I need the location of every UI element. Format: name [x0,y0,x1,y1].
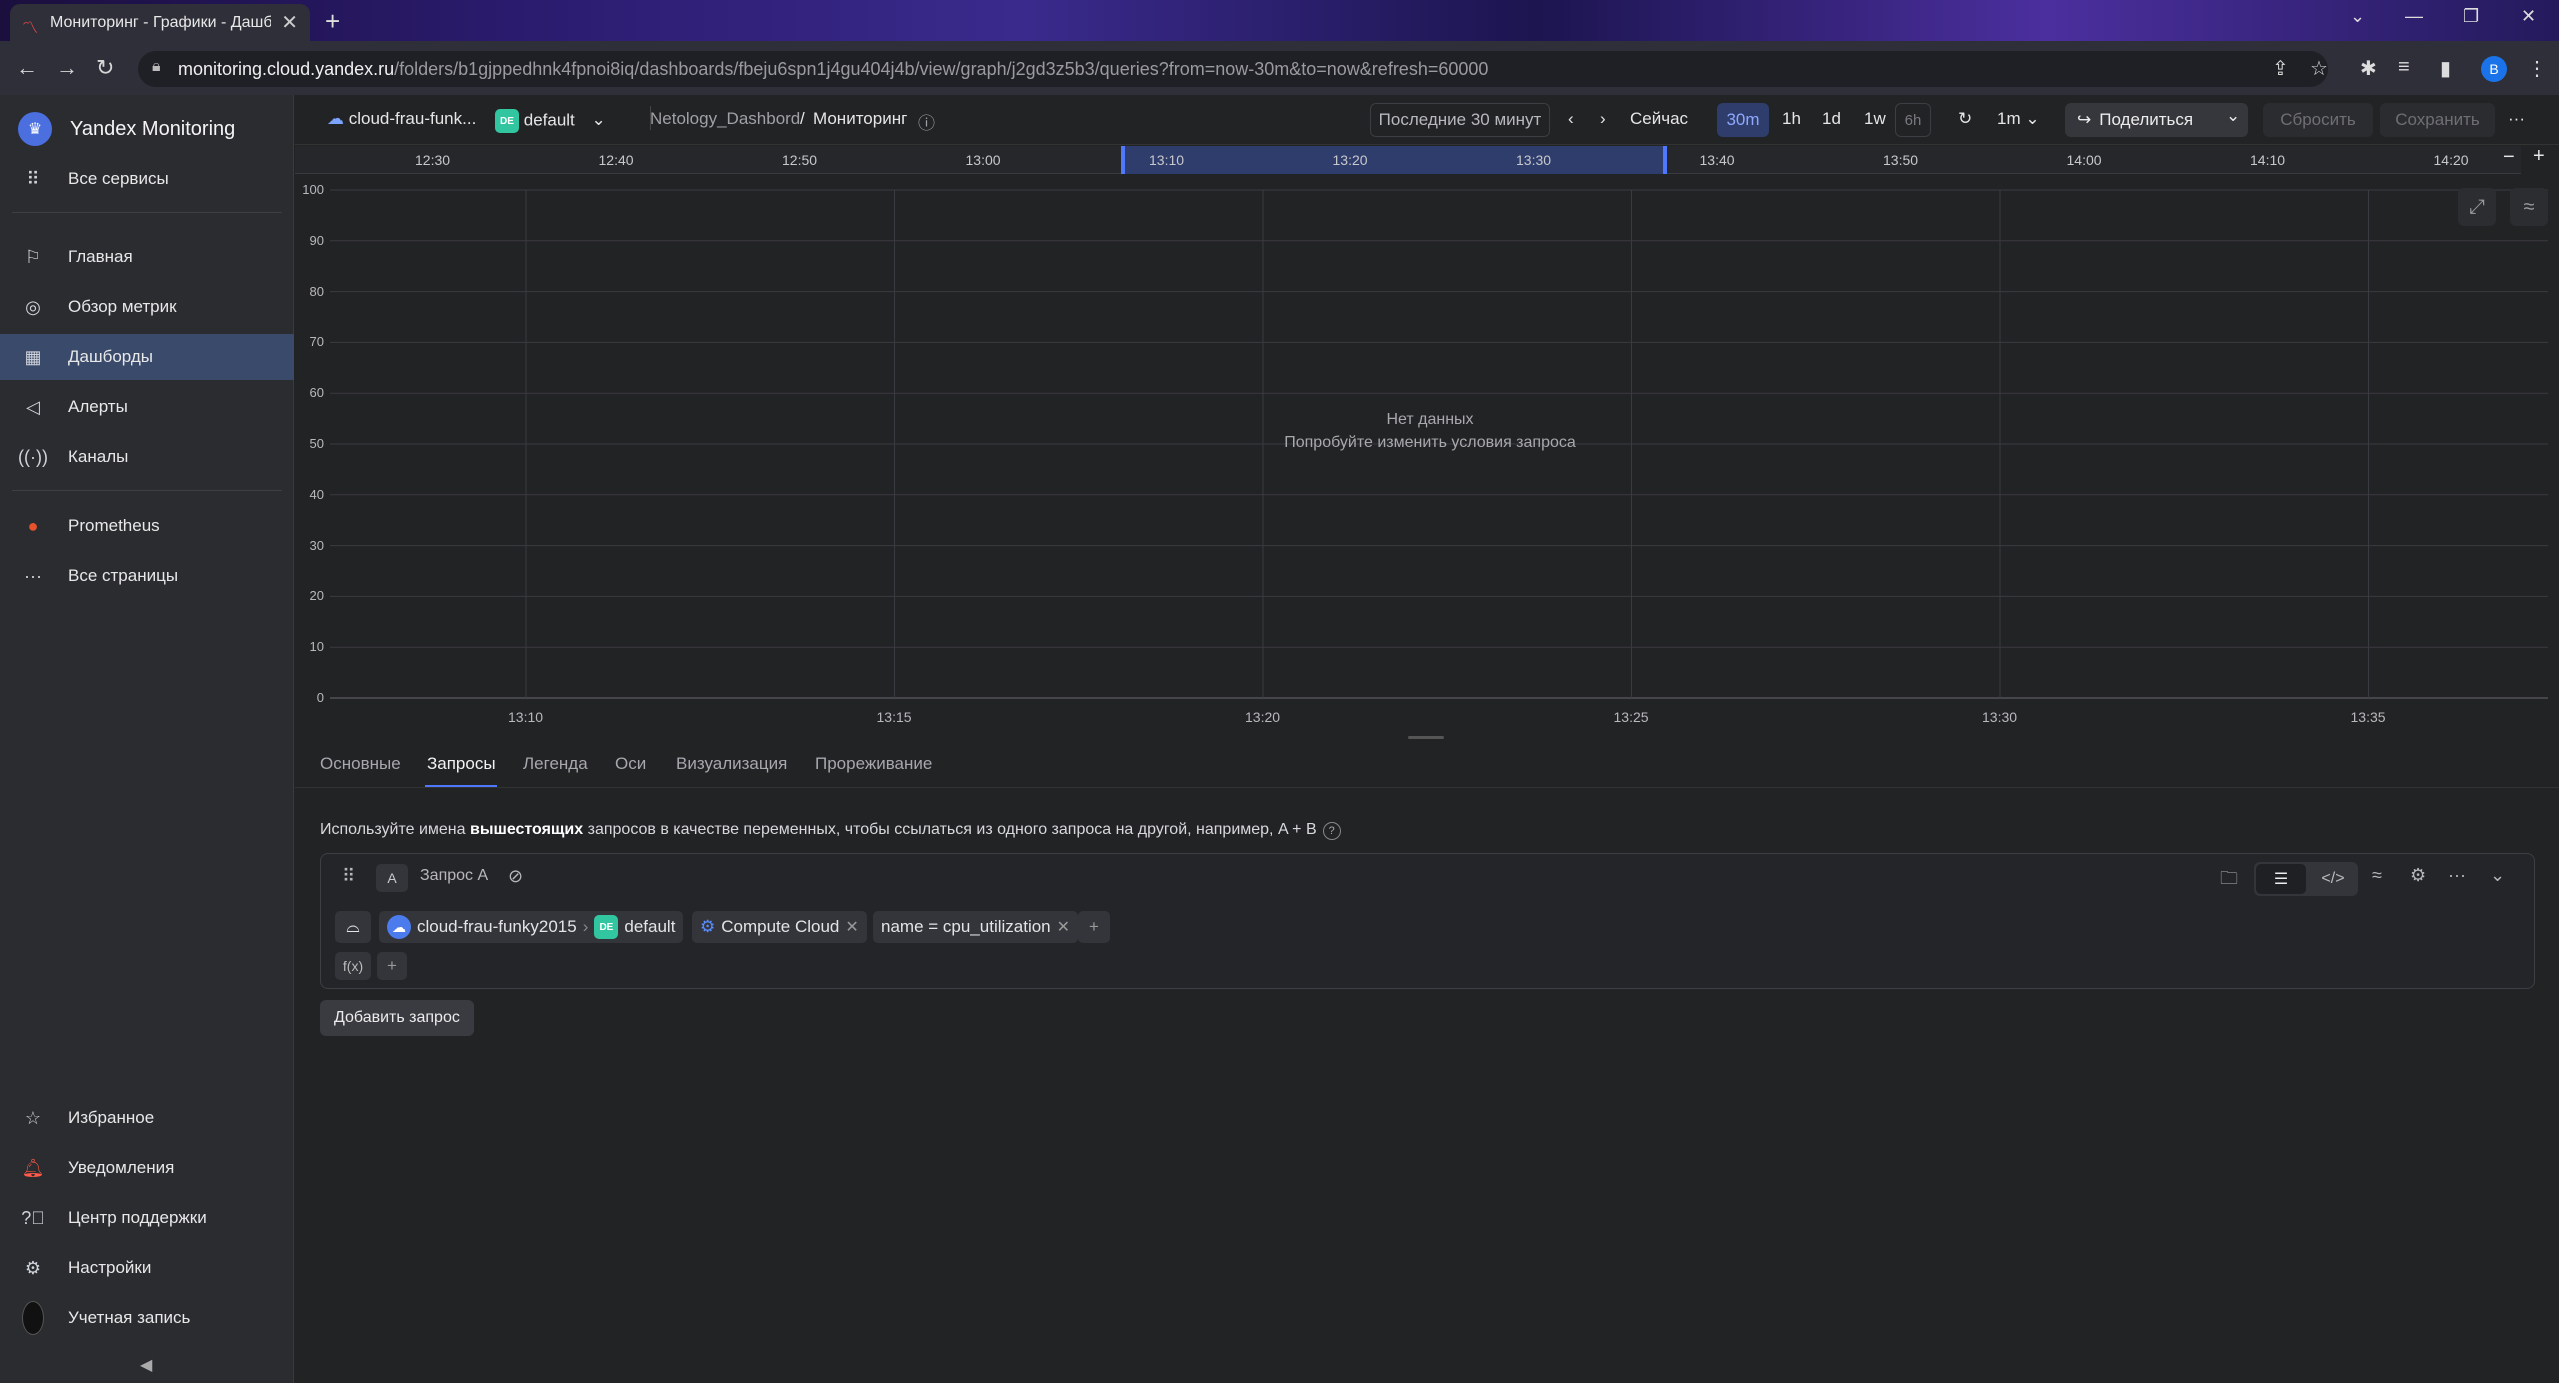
sidebar-item-label: Настройки [68,1258,152,1277]
x-tick-label: 13:10 [508,709,544,725]
chevron-right-icon: › [582,917,589,936]
add-function-button[interactable]: + [377,952,407,980]
sidebar-item-settings[interactable]: ⚙ Настройки [0,1245,294,1291]
add-query-button[interactable]: Добавить запрос [320,1000,474,1036]
hint-bold: вышестоящих [469,821,584,838]
drag-handle-icon[interactable]: ⠿ [342,866,355,887]
query-cloud-name: cloud-frau-funky2015 [417,917,577,936]
tab-legend[interactable]: Легенда [523,754,588,774]
sidebar-item-support[interactable]: ?⃝ Центр поддержки [0,1195,294,1241]
tabs-divider [295,787,2559,788]
query-settings-icon[interactable]: ⚙ [2410,865,2426,886]
x-tick-label: 13:20 [1245,709,1281,725]
query-more-icon[interactable]: ··· [2448,865,2466,886]
tab-visualization[interactable]: Визуализация [676,754,787,774]
fullscreen-icon[interactable]: ⤢ [2458,188,2496,226]
query-folder-badge: DE [594,915,619,939]
plus-icon: + [1089,917,1099,936]
sidebar-item-favorites[interactable]: ☆ Избранное [0,1095,294,1141]
function-button[interactable]: f(x) [335,952,371,980]
hint-help-icon[interactable]: ? [1322,822,1341,840]
query-name[interactable]: Запрос А [420,867,488,885]
compute-cloud-icon: ⚙ [700,917,716,936]
sidebar-item-label: Избранное [68,1108,155,1127]
plus-icon: + [387,956,397,975]
code-mode-icon[interactable]: </> [2308,864,2358,894]
x-tick-label: 13:15 [876,709,912,725]
sidebar-item-label: Уведомления [68,1158,175,1177]
tab-downsampling[interactable]: Прореживание [815,754,932,774]
y-tick-label: 50 [309,436,324,451]
x-tick-label: 13:25 [1613,709,1649,725]
gear-icon: ⚙ [24,1257,42,1278]
y-tick-label: 60 [309,385,324,401]
empty-state: Нет данных Попробуйте изменить условия з… [1230,408,1630,454]
avatar [22,1301,44,1335]
chart-plot [330,189,2548,699]
y-tick-label: 70 [309,334,324,350]
collapse-query-icon[interactable]: ⌄ [2490,865,2505,886]
label-filter-chip[interactable]: name = cpu_utilization ✕ [873,911,1079,943]
queries-hint: Используйте имена вышестоящих запросов в… [320,821,1341,840]
tab-queries[interactable]: Запросы [427,754,496,774]
sidebar-item-label: Центр поддержки [68,1208,207,1227]
label-filter-text: name = cpu_utilization [881,917,1051,936]
area-chart-icon: ⌓ [346,917,360,936]
remove-service-icon[interactable]: ✕ [845,917,858,937]
query-letter[interactable]: A [376,864,408,892]
metric-type-selector[interactable]: ⌓ [335,911,371,943]
y-tick-label: 80 [309,283,324,299]
tab-basic[interactable]: Основные [320,754,401,774]
sidebar-item-notifications[interactable]: 🔔︎ Уведомления [0,1145,294,1191]
y-tick-label: 40 [309,486,324,502]
add-filter-button[interactable]: + [1078,911,1110,943]
service-name: Compute Cloud [721,917,840,936]
collapse-sidebar-icon[interactable]: ◀ [140,1355,152,1375]
star-icon: ☆ [24,1107,42,1128]
active-tab-indicator [425,785,497,787]
avatar-image [22,1301,44,1335]
bell-icon: 🔔︎ [21,1157,45,1178]
x-tick-label: 13:30 [1982,709,2018,725]
chart-type-icon[interactable]: ≈ [2510,188,2548,226]
visual-mode-icon[interactable]: ☰ [2256,864,2306,894]
empty-title: Нет данных [1386,411,1474,428]
remove-filter-icon[interactable]: ✕ [1057,917,1070,937]
hint-after: запросов в качестве переменных, чтобы сс… [583,821,1317,838]
sidebar-item-account[interactable]: Учетная запись [0,1295,294,1341]
resize-handle[interactable] [1408,736,1444,739]
query-cloud-chip[interactable]: ☁ cloud-frau-funky2015 › DE default [379,911,684,943]
tab-axes[interactable]: Оси [615,754,646,774]
chart-line-icon[interactable]: ≈ [2372,865,2382,886]
y-tick-label: 100 [302,182,324,197]
y-tick-label: 10 [309,639,324,655]
x-tick-label: 13:35 [2350,709,2386,725]
y-tick-label: 0 [316,690,324,705]
query-folder-name: default [624,917,676,936]
help-icon: ?⃝ [21,1207,45,1228]
cloud-icon: ☁ [387,915,411,939]
service-chip[interactable]: ⚙ Compute Cloud ✕ [692,911,867,943]
y-tick-label: 90 [309,232,324,248]
sidebar-item-label: Учетная запись [68,1308,191,1327]
hint-before: Используйте имена [320,821,470,838]
hide-query-icon[interactable]: ⊘ [508,866,523,887]
empty-hint: Попробуйте изменить условия запроса [1284,434,1576,451]
y-tick-label: 30 [309,537,324,553]
y-tick-label: 20 [309,588,324,604]
folder-open-icon[interactable]: 🗀 [2220,866,2238,896]
